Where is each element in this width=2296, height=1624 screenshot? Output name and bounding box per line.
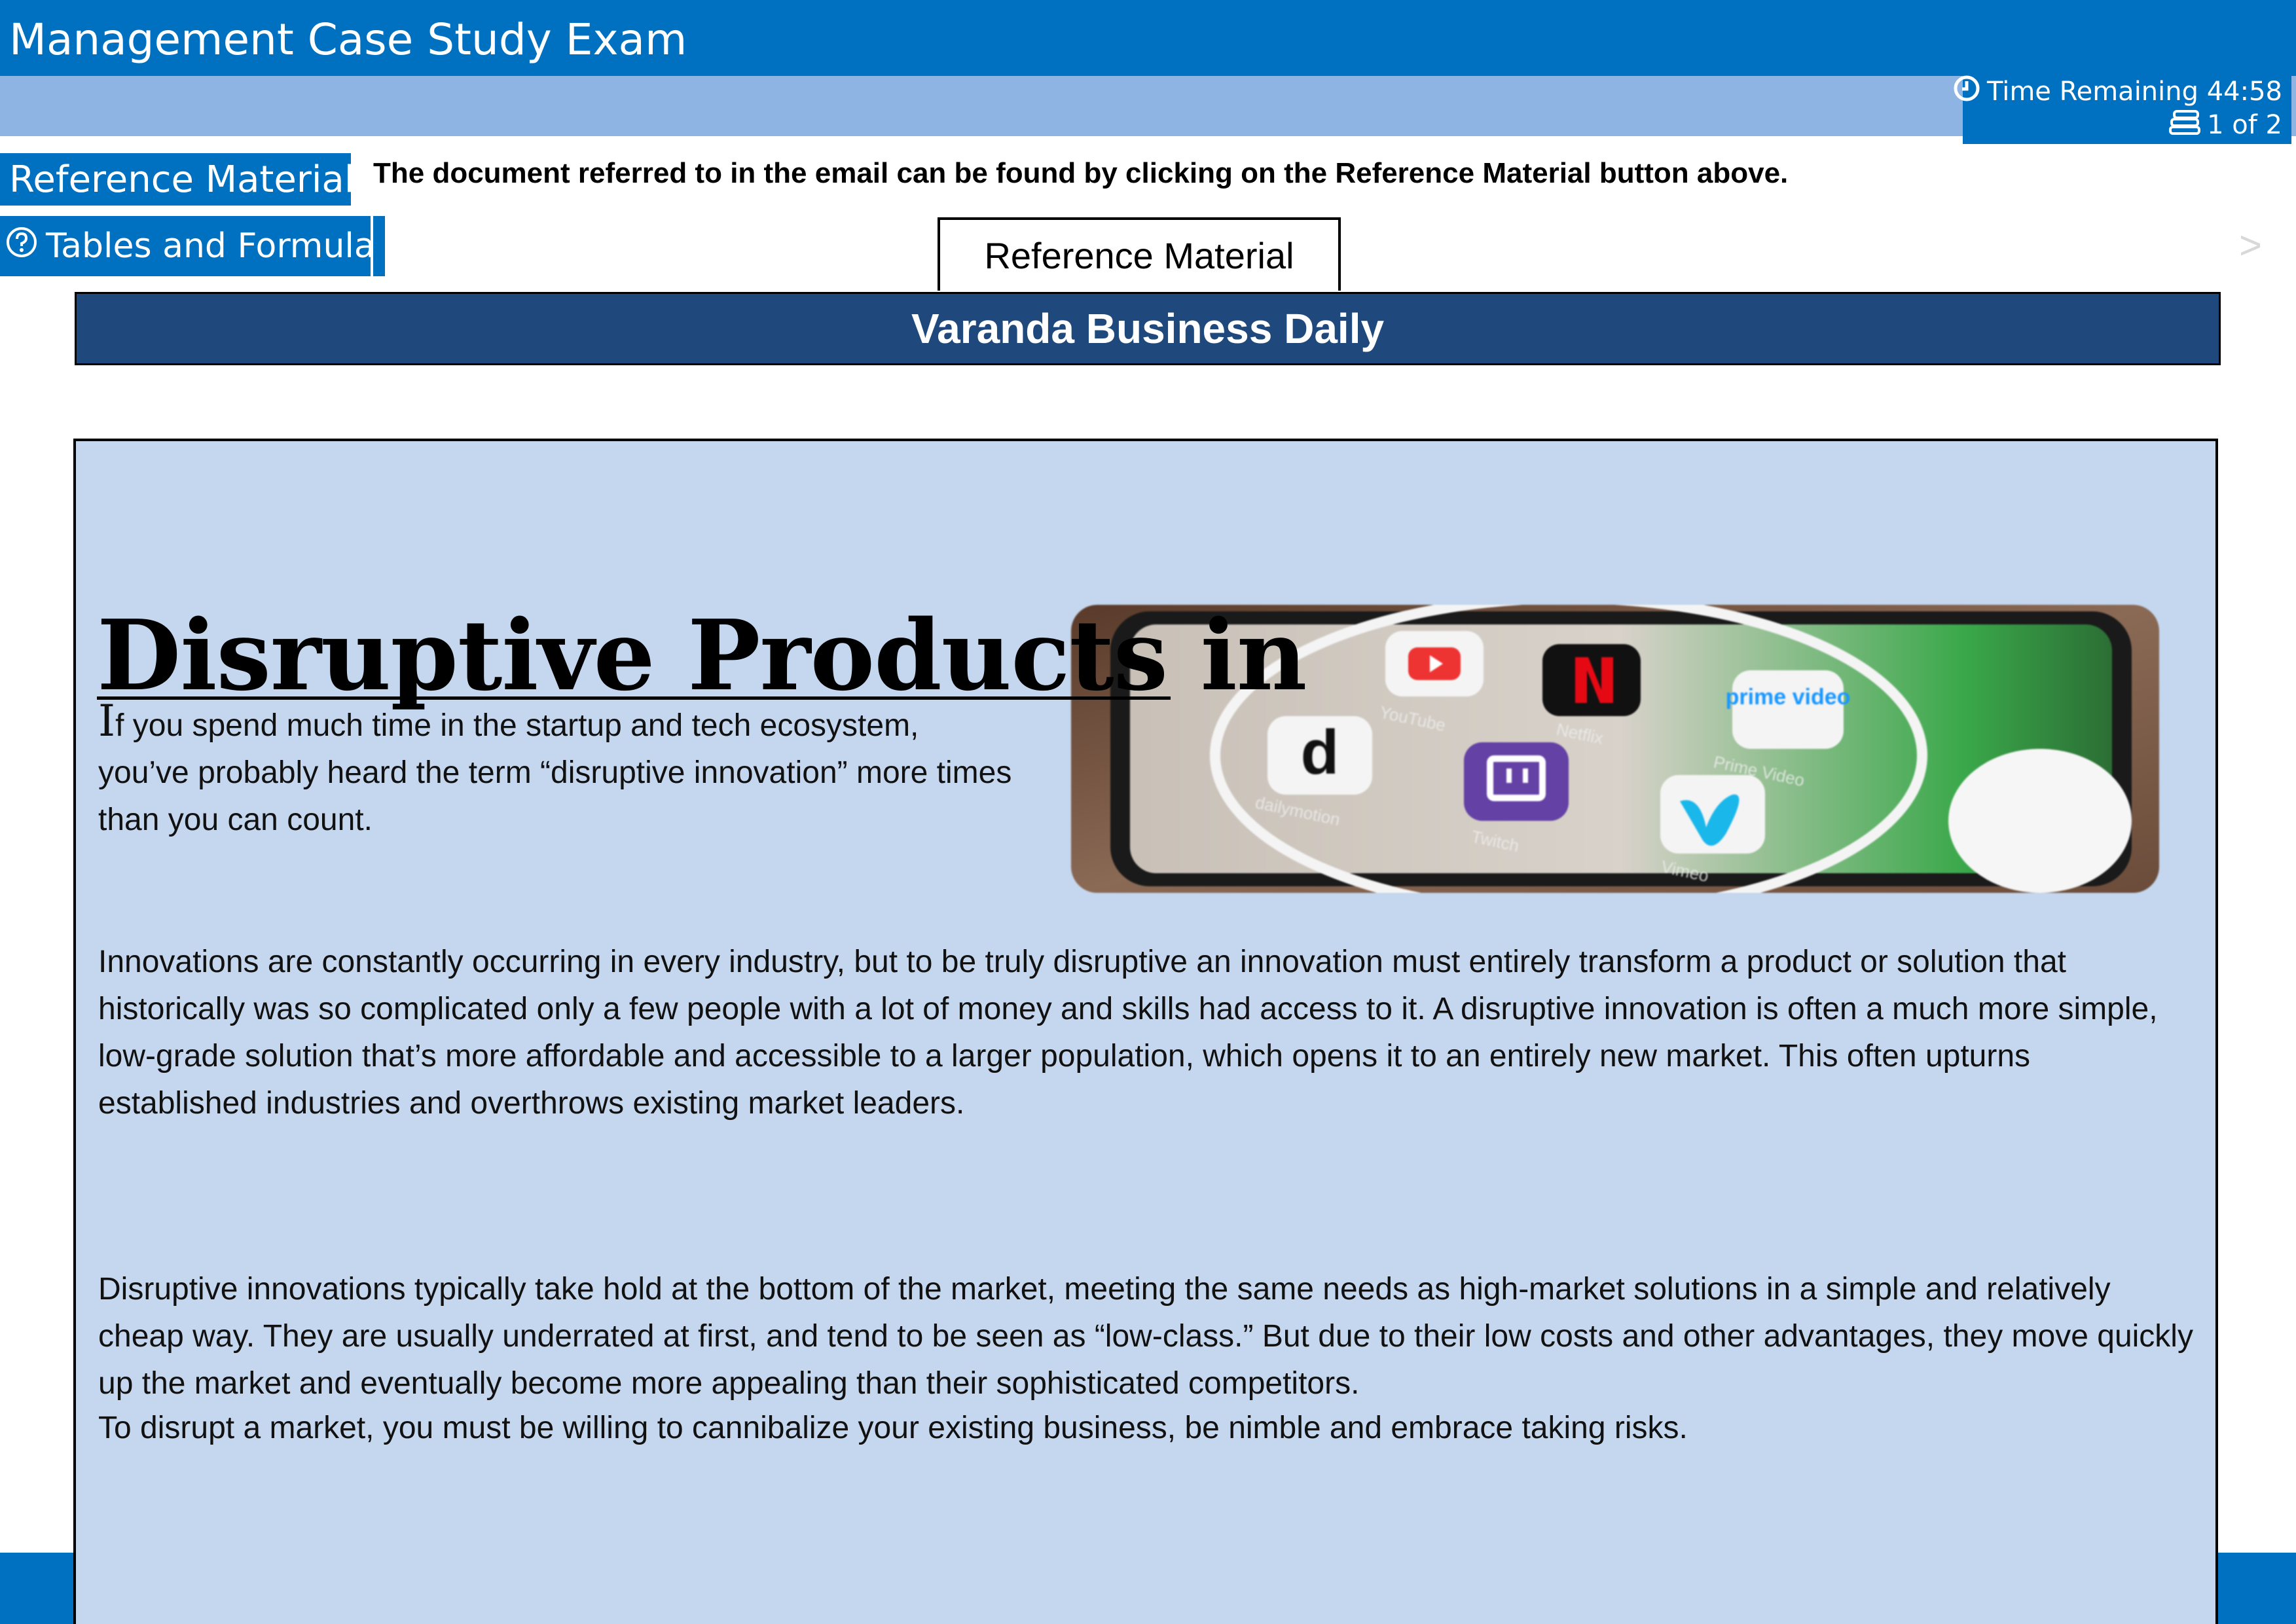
article-paragraph: Disruptive innovations typically take ho… [98,1272,2193,1401]
article-intro: If you spend much time in the startup an… [98,698,1015,844]
tables-and-formulae-button[interactable]: Tables and Formulae [0,216,396,276]
dailymotion-app-icon: d [1267,716,1372,795]
tab-label: Reference Material [984,234,1294,276]
pages-icon [2169,109,2202,141]
exam-status-panel: Time Remaining 44:58 1 of 2 [1954,68,2291,144]
time-remaining-text: Time Remaining 44:58 [1987,77,2282,107]
reference-material-label: Reference Material [9,158,355,201]
prime-video-app-icon: prime video [1726,670,1851,749]
netflix-app-icon [1542,644,1641,716]
publication-banner: Varanda Business Daily [75,292,2221,365]
article-paragraph: To disrupt a market, you must be willing… [98,1411,1688,1445]
clock-icon [1953,75,1980,109]
intro-text: f you spend much time in the startup and… [98,708,1012,837]
publication-name: Varanda Business Daily [911,305,1385,352]
footer-bar-left [0,1553,73,1624]
pager-text: 1 of 2 [2207,110,2282,140]
question-pager[interactable]: 1 of 2 [2169,109,2282,141]
timer: Time Remaining 44:58 [1953,75,2282,109]
reference-material-button[interactable]: Reference Material [0,153,355,208]
svg-text:d: d [1301,717,1339,787]
app-title: Management Case Study Exam [9,14,687,65]
article-headline: Disruptive Products in [97,598,1307,712]
instruction-text: The document referred to in the email ca… [373,157,1789,189]
tab-reference-material[interactable]: Reference Material [938,217,1341,291]
article-paragraph: Innovations are constantly occurring in … [98,945,2158,1121]
twitch-app-icon [1464,742,1569,821]
sub-bar [0,76,2296,136]
footer-bar-right [2218,1553,2296,1624]
drop-cap: I [98,696,116,746]
next-arrow-icon[interactable]: > [2239,223,2262,268]
tables-and-formulae-label: Tables and Formulae [46,226,396,266]
button-edge [373,216,385,276]
vimeo-app-icon [1660,775,1765,854]
help-icon [5,226,38,267]
svg-text:prime video: prime video [1726,685,1851,710]
youtube-app-icon [1385,631,1484,696]
article-panel[interactable]: prime video d YouTube Netflix Prime Vide… [73,439,2218,1624]
